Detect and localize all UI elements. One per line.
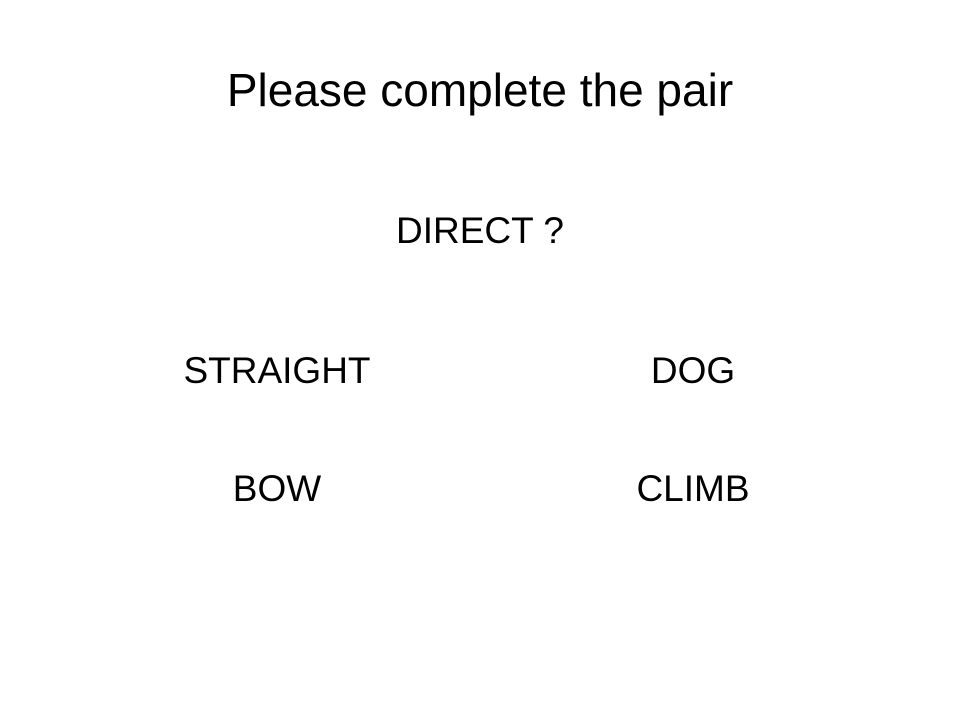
slide-title: Please complete the pair [226, 64, 734, 116]
option-bow[interactable]: BOW [127, 464, 427, 514]
slide: Please complete the pair DIRECT ? STRAIG… [0, 0, 960, 720]
prompt-word: DIRECT ? [396, 210, 564, 251]
option-dog[interactable]: DOG [543, 346, 843, 396]
option-straight[interactable]: STRAIGHT [127, 346, 427, 396]
option-climb[interactable]: CLIMB [543, 464, 843, 514]
